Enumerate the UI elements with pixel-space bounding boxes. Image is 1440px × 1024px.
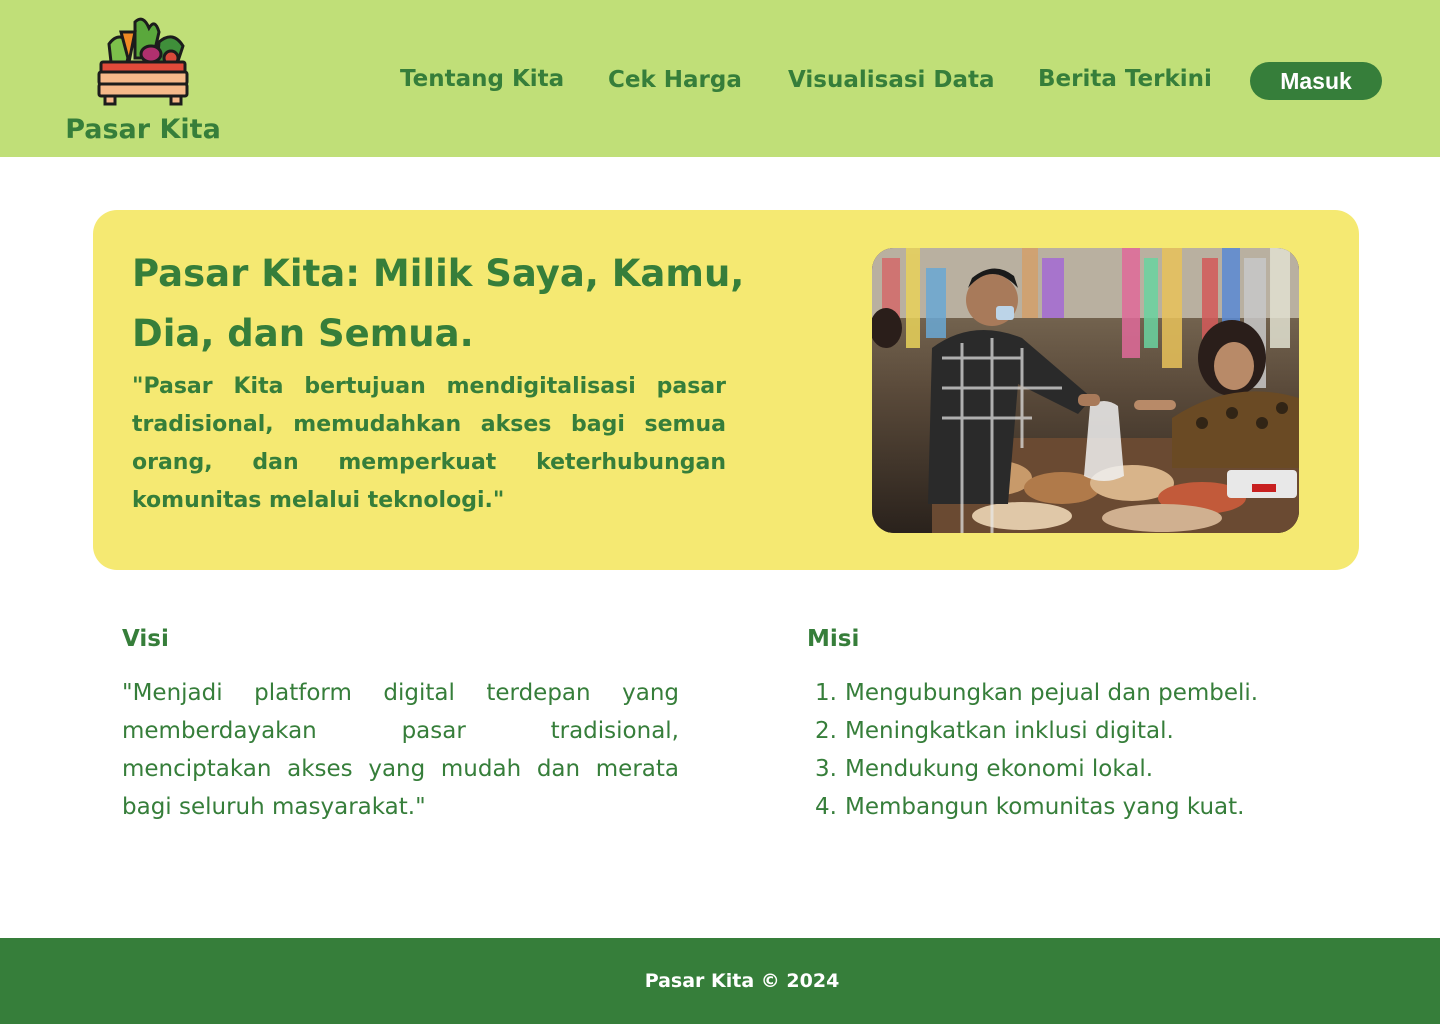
- market-vendor-photo: [872, 248, 1299, 533]
- hero-title: Pasar Kita: Milik Saya, Kamu, Dia, dan S…: [132, 252, 745, 355]
- misi-item-text: Meningkatkan inklusi digital.: [845, 718, 1174, 744]
- nav-link-berita-terkini[interactable]: Berita Terkini: [1038, 66, 1212, 92]
- visi-heading: Visi: [122, 626, 169, 652]
- nav-link-tentang-kita[interactable]: Tentang Kita: [400, 66, 564, 92]
- vegetable-crate-icon: [97, 17, 189, 106]
- market-scene-illustration: [872, 248, 1299, 533]
- site-header: Pasar Kita Tentang Kita Cek Harga Visual…: [0, 0, 1440, 157]
- brand-name: Pasar Kita: [65, 114, 221, 145]
- nav-link-cek-harga[interactable]: Cek Harga: [608, 67, 742, 93]
- site-footer: Pasar Kita © 2024: [0, 938, 1440, 1024]
- misi-item-number: 2.: [815, 718, 837, 744]
- footer-copyright: Pasar Kita © 2024: [644, 970, 840, 992]
- hero-quote: "Pasar Kita bertujuan mendigitalisasi pa…: [132, 374, 726, 513]
- hero-card: Pasar Kita: Milik Saya, Kamu, Dia, dan S…: [93, 210, 1359, 570]
- misi-list: 1. Mengubungkan pejual dan pembeli. 2. M…: [807, 674, 1367, 826]
- misi-item: 3. Mendukung ekonomi lokal.: [807, 750, 1367, 788]
- misi-item-number: 4.: [815, 794, 837, 820]
- misi-item: 1. Mengubungkan pejual dan pembeli.: [807, 674, 1367, 712]
- nav-link-visualisasi-data[interactable]: Visualisasi Data: [788, 67, 995, 93]
- misi-item-text: Mendukung ekonomi lokal.: [845, 756, 1154, 782]
- misi-item-text: Membangun komunitas yang kuat.: [845, 794, 1245, 820]
- misi-heading: Misi: [807, 626, 860, 652]
- brand[interactable]: Pasar Kita: [60, 14, 226, 145]
- visi-text: "Menjadi platform digital terdepan yang …: [122, 680, 679, 820]
- misi-item: 2. Meningkatkan inklusi digital.: [807, 712, 1367, 750]
- misi-item: 4. Membangun komunitas yang kuat.: [807, 788, 1367, 826]
- misi-item-number: 3.: [815, 756, 837, 782]
- misi-item-number: 1.: [815, 680, 837, 706]
- misi-item-text: Mengubungkan pejual dan pembeli.: [845, 680, 1259, 706]
- login-button[interactable]: Masuk: [1250, 62, 1382, 100]
